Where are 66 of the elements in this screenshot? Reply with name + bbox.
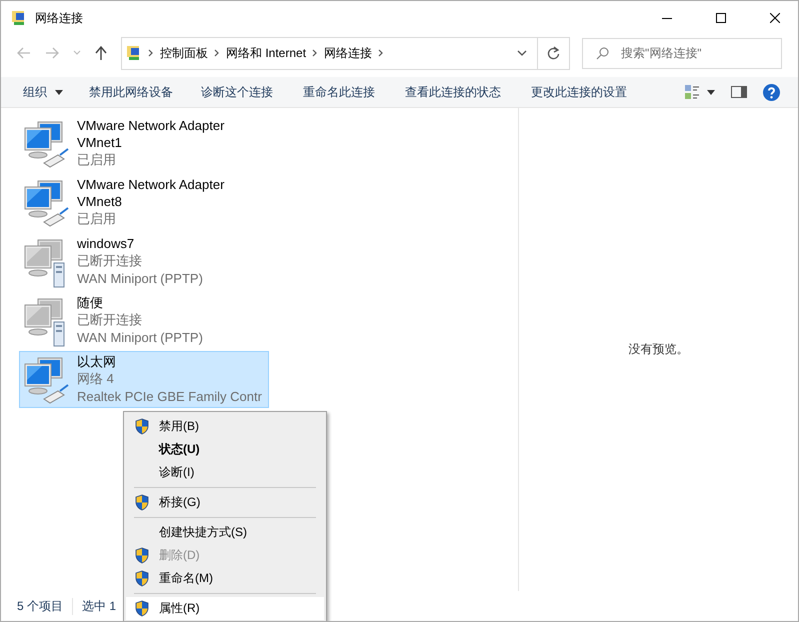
maximize-icon [716, 13, 726, 23]
toolbar-button[interactable]: 禁用此网络设备 [79, 77, 183, 107]
device-name: WAN Miniport (PPTP) [77, 270, 204, 288]
breadcrumb[interactable]: 控制面板 [160, 44, 208, 62]
address-bar[interactable]: 控制面板 网络和 Internet 网络连接 [121, 36, 538, 70]
chevron-icon [148, 49, 154, 57]
refresh-icon [547, 46, 560, 60]
toolbar-button[interactable]: 诊断这个连接 [191, 77, 283, 107]
back-arrow-icon [17, 47, 31, 59]
chevron-icon [214, 49, 220, 57]
toolbar-button[interactable]: 查看此连接的状态 [395, 77, 511, 107]
shield-icon [134, 418, 150, 435]
menu-item[interactable]: 属性(R) [126, 597, 324, 620]
close-icon [770, 13, 780, 23]
breadcrumb[interactable]: 网络和 Internet [226, 44, 306, 62]
connection-status: 网络 4 [77, 370, 115, 388]
shield-icon [134, 570, 150, 587]
shield-icon [134, 494, 150, 511]
pane-icon [731, 86, 747, 98]
chevron-icon [312, 49, 318, 57]
device-name: WAN Miniport (PPTP) [77, 329, 204, 347]
organize-menu[interactable]: 组织 [13, 77, 73, 107]
connection-status: 已启用 [77, 151, 117, 169]
details-view-icon [685, 84, 699, 100]
status-text: 选中 1 [82, 598, 118, 614]
menu-item[interactable]: 诊断(I) [126, 461, 324, 484]
connection-status: 已断开连接 [77, 252, 143, 270]
menu-item[interactable]: 桥接(G) [126, 491, 324, 514]
connection-status: 已启用 [77, 210, 117, 228]
search-field[interactable]: 搜索"网络连接" [582, 38, 782, 68]
connection-name: VMware Network Adapter VMnet8 [77, 176, 226, 210]
dropdown-icon[interactable] [517, 50, 527, 56]
network-folder-icon [11, 10, 27, 26]
connection-name: windows7 [77, 235, 136, 252]
connection-name: 随便 [77, 294, 104, 311]
connection-item[interactable]: 以太网 网络 4 Realtek PCIe GBE Family Contr [19, 351, 269, 408]
preview-message: 没有预览。 [628, 341, 688, 358]
chevron-icon [378, 49, 384, 57]
toolbar-button[interactable]: 更改此连接的设置 [521, 77, 637, 107]
connection-item[interactable]: 随便 已断开连接 WAN Miniport (PPTP) [19, 292, 269, 349]
shield-icon [134, 600, 150, 617]
device-name: Realtek PCIe GBE Family Contr [77, 388, 262, 406]
forward-arrow-icon [45, 47, 59, 59]
connection-name: VMware Network Adapter VMnet1 [77, 117, 226, 151]
menu-item[interactable]: 禁用(B) [126, 415, 324, 438]
up-arrow-icon [95, 46, 107, 60]
shield-icon [134, 547, 150, 564]
breadcrumb[interactable]: 网络连接 [324, 44, 372, 62]
refresh-button[interactable] [538, 36, 570, 70]
caret-icon [55, 90, 63, 94]
connection-status: 已断开连接 [77, 311, 143, 329]
chevron-down-icon [73, 50, 81, 56]
connection-name: 以太网 [77, 353, 117, 370]
menu-item[interactable]: 创建快捷方式(S) [126, 521, 324, 544]
connection-item[interactable]: windows7 已断开连接 WAN Miniport (PPTP) [19, 233, 269, 290]
connection-item[interactable]: VMware Network Adapter VMnet8 已启用 [19, 174, 269, 231]
control-panel-icon [126, 45, 142, 61]
search-icon [596, 46, 609, 60]
menu-item[interactable]: 重命名(M) [126, 567, 324, 590]
help-icon [763, 84, 780, 100]
caret-icon [707, 90, 715, 94]
window-title: 网络连接 [35, 10, 84, 26]
connection-item[interactable]: VMware Network Adapter VMnet1 已启用 [19, 115, 269, 172]
toolbar-button[interactable]: 重命名此连接 [293, 77, 385, 107]
menu-item[interactable]: 状态(U) [126, 438, 324, 461]
status-text: 5 个项目 [17, 598, 74, 614]
